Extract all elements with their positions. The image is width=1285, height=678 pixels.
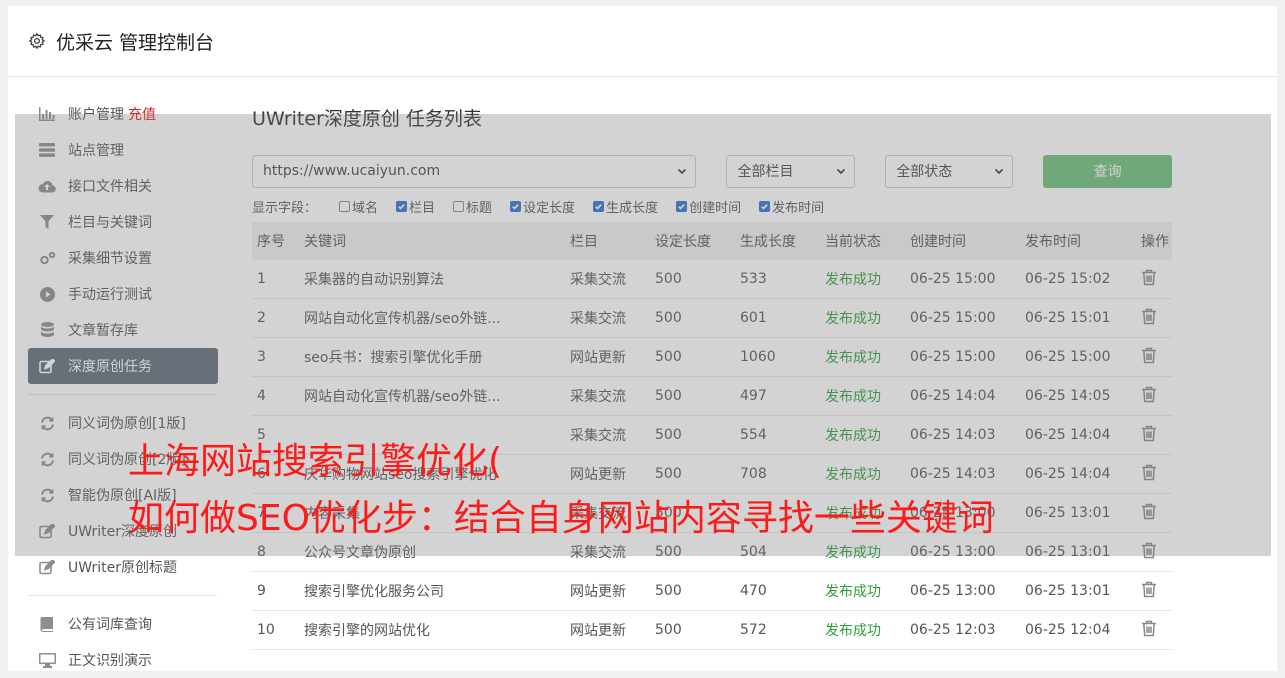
row-index: 10 (252, 610, 299, 650)
trash-icon[interactable] (1141, 581, 1157, 598)
gen-length-cell: 470 (735, 571, 820, 611)
trash-icon[interactable] (1141, 620, 1157, 637)
overlay-caption-line-2: 如何做SEO优化步：结合自身网站内容寻找一些关键词 (128, 498, 994, 539)
status-cell: 发布成功 (820, 610, 905, 650)
sidebar-item-label: 正文识别演示 (68, 653, 152, 669)
app-header: 优采云 管理控制台 (8, 6, 1277, 77)
actions-cell (1136, 571, 1172, 611)
column-cell: 网站更新 (565, 571, 650, 611)
keyword-cell: 搜索引擎的网站优化 (299, 610, 565, 650)
created-time-cell: 06-25 13:00 (905, 571, 1020, 611)
gen-length-cell: 572 (735, 610, 820, 650)
published-time-cell: 06-25 12:04 (1020, 610, 1136, 650)
set-length-cell: 500 (650, 571, 735, 611)
sidebar-item-label: UWriter原创标题 (68, 560, 177, 576)
published-time-cell: 06-25 13:01 (1020, 571, 1136, 611)
sidebar-item-label: 公有词库查询 (68, 617, 152, 633)
sidebar-item-text-recognition[interactable]: 正文识别演示 (28, 642, 218, 678)
table-row: 10 搜索引擎的网站优化 网站更新 500 572 发布成功 06-25 12:03 06-2… (252, 610, 1172, 650)
keyword-cell: 搜索引擎优化服务公司 (299, 571, 565, 611)
edit-icon (38, 558, 56, 576)
watermark-overlay (15, 114, 1271, 556)
table-row: 9 搜索引擎优化服务公司 网站更新 500 470 发布成功 06-25 13:00 06-2… (252, 571, 1172, 611)
monitor-icon (38, 651, 56, 669)
created-time-cell: 06-25 12:03 (905, 610, 1020, 650)
set-length-cell: 500 (650, 610, 735, 650)
overlay-caption-line-1: 上海网站搜索引擎优化( (128, 441, 503, 482)
app-title: 优采云 管理控制台 (56, 31, 215, 54)
gear-icon (28, 32, 46, 50)
column-cell: 网站更新 (565, 610, 650, 650)
actions-cell (1136, 610, 1172, 650)
sidebar-divider (28, 595, 217, 596)
row-index: 9 (252, 571, 299, 611)
book-icon (38, 615, 56, 633)
sidebar-item-public-lexicon[interactable]: 公有词库查询 (28, 606, 218, 642)
status-cell: 发布成功 (820, 571, 905, 611)
